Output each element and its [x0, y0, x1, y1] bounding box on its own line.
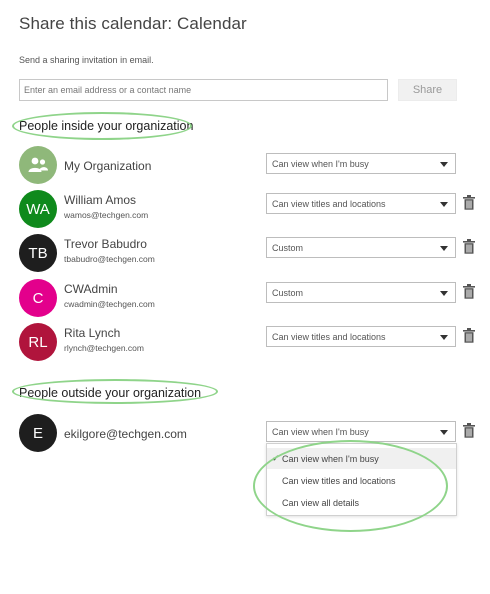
permission-select[interactable]: Can view titles and locations — [266, 326, 456, 347]
menu-item-view-busy[interactable]: ✔ Can view when I'm busy — [267, 448, 456, 469]
list-item-my-organization: My Organization Can view when I'm busy — [19, 146, 479, 186]
chevron-down-icon — [440, 162, 448, 167]
menu-item-view-titles-locations[interactable]: Can view titles and locations — [267, 470, 456, 491]
share-button[interactable]: Share — [398, 79, 457, 101]
person-email: wamos@techgen.com — [64, 210, 149, 220]
dialog-title: Share this calendar: Calendar — [19, 14, 247, 33]
chevron-down-icon — [440, 246, 448, 251]
person-name: William Amos — [64, 193, 137, 207]
person-email: rlynch@techgen.com — [64, 343, 144, 353]
person-email: cwadmin@techgen.com — [64, 299, 155, 309]
permission-select[interactable]: Can view when I'm busy — [266, 153, 456, 174]
menu-item-label: Can view all details — [282, 497, 360, 508]
permission-value: Can view titles and locations — [272, 331, 386, 342]
person-name: CWAdmin — [64, 282, 118, 296]
avatar: E — [19, 414, 57, 452]
chevron-down-icon — [440, 202, 448, 207]
permission-select[interactable]: Can view when I'm busy — [266, 421, 456, 442]
trash-icon[interactable] — [463, 284, 475, 299]
dialog-subtitle: Send a sharing invitation in email. — [19, 55, 154, 65]
email-input[interactable] — [19, 79, 388, 101]
inside-org-heading: People inside your organization — [19, 119, 194, 133]
menu-item-label: Can view titles and locations — [282, 475, 396, 486]
chevron-down-icon — [440, 335, 448, 340]
person-name: Rita Lynch — [64, 326, 121, 340]
outside-org-heading: People outside your organization — [19, 386, 202, 400]
permission-select[interactable]: Can view titles and locations — [266, 193, 456, 214]
person-email: tbabudro@techgen.com — [64, 254, 155, 264]
permission-value: Can view titles and locations — [272, 198, 386, 209]
permission-value: Custom — [272, 242, 304, 253]
menu-item-label: Can view when I'm busy — [282, 453, 379, 464]
list-item-william-amos: WA William Amos wamos@techgen.com Can vi… — [19, 190, 479, 230]
list-item-cwadmin: C CWAdmin cwadmin@techgen.com Custom — [19, 279, 479, 319]
menu-item-view-all-details[interactable]: Can view all details — [267, 492, 456, 513]
permission-select[interactable]: Custom — [266, 237, 456, 258]
avatar: WA — [19, 190, 57, 228]
trash-icon[interactable] — [463, 328, 475, 343]
trash-icon[interactable] — [463, 423, 475, 438]
permission-dropdown-menu: ✔ Can view when I'm busy Can view titles… — [266, 443, 457, 516]
avatar: C — [19, 279, 57, 317]
chevron-down-icon — [440, 291, 448, 296]
person-name: Trevor Babudro — [64, 237, 147, 251]
permission-value: Can view when I'm busy — [272, 158, 369, 169]
avatar — [19, 146, 57, 184]
list-item-rita-lynch: RL Rita Lynch rlynch@techgen.com Can vie… — [19, 323, 479, 363]
trash-icon[interactable] — [463, 195, 475, 210]
permission-value: Can view when I'm busy — [272, 426, 369, 437]
trash-icon[interactable] — [463, 239, 475, 254]
permission-value: Custom — [272, 287, 304, 298]
person-name: My Organization — [64, 159, 152, 173]
people-group-icon — [28, 157, 48, 172]
permission-select[interactable]: Custom — [266, 282, 456, 303]
chevron-down-icon — [440, 430, 448, 435]
list-item-trevor-babudro: TB Trevor Babudro tbabudro@techgen.com C… — [19, 234, 479, 274]
check-icon: ✔ — [272, 453, 280, 463]
person-name: ekilgore@techgen.com — [64, 427, 187, 441]
avatar: TB — [19, 234, 57, 272]
avatar: RL — [19, 323, 57, 361]
